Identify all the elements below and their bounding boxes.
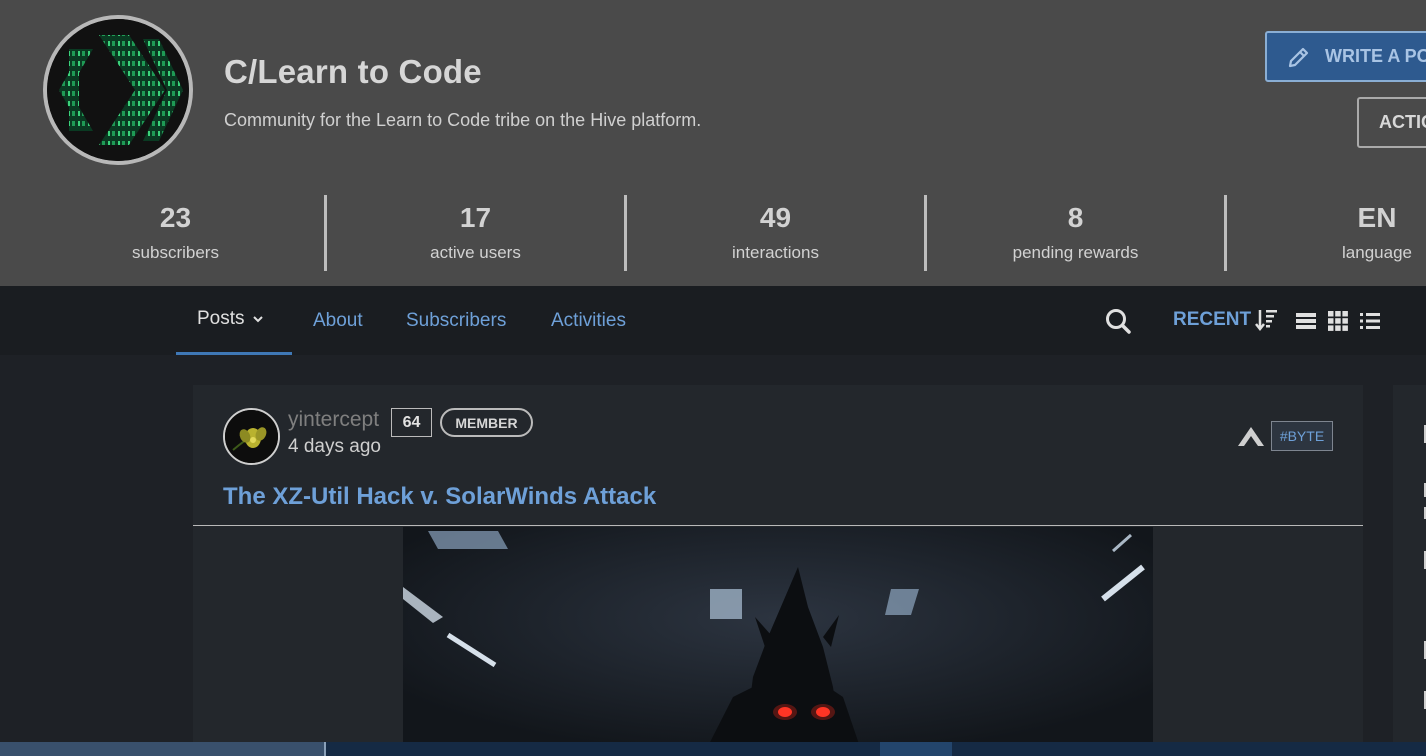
tab-about[interactable]: About [313,286,363,355]
sort-recent-button[interactable]: RECENT [1173,308,1279,332]
stat-subscribers: 23 subscribers [27,195,327,271]
stat-value: 23 [159,202,192,234]
stat-active-users: 17 active users [327,195,627,271]
tab-activities[interactable]: Activities [551,286,626,355]
tab-label: About [313,309,363,331]
tab-posts[interactable]: Posts [176,286,292,355]
stat-value: 8 [1067,202,1084,234]
taskbar-segment[interactable] [880,742,952,756]
search-icon[interactable] [1104,307,1132,335]
pencil-icon [1288,47,1309,67]
stat-value: EN [1357,202,1397,234]
taskbar-segment[interactable] [0,742,326,756]
post-card: yintercept 64 MEMBER 4 days ago #BYTE Th… [193,385,1363,756]
write-post-button[interactable]: WRITE A PO [1265,31,1426,82]
tab-subscribers[interactable]: Subscribers [406,286,506,355]
post-tag[interactable]: #BYTE [1271,421,1333,451]
stat-label: subscribers [132,242,219,262]
compact-view-icon[interactable] [1359,310,1381,332]
stat-interactions: 49 interactions [627,195,927,271]
stat-label: active users [430,242,521,262]
sort-icon [1255,310,1278,332]
stat-pending-rewards: 8 pending rewards [927,195,1227,271]
chevron-down-icon [252,316,263,323]
tab-label: Activities [551,309,626,331]
stat-label: language [1342,242,1412,262]
stat-language: EN language [1227,195,1426,271]
community-logo [43,15,193,165]
tab-label: Subscribers [406,309,507,331]
community-header: C/Learn to Code Community for the Learn … [0,0,1426,286]
actions-button[interactable]: ACTIO [1357,97,1426,148]
post-timestamp[interactable]: 4 days ago [288,436,381,458]
community-nav: Posts About Subscribers Activities RECEN… [0,286,1426,355]
member-role-badge: MEMBER [440,408,533,437]
stat-label: interactions [732,242,819,262]
actions-label: ACTIO [1379,112,1426,132]
robot-figure-image [403,527,1153,756]
stat-label: pending rewards [1012,242,1139,262]
list-view-icon[interactable] [1295,310,1317,332]
reputation-badge: 64 [391,408,432,437]
author-avatar[interactable] [223,408,280,465]
tab-label: Posts [197,308,245,329]
sidebar-card [1393,385,1426,756]
community-stats: 23 subscribers 17 active users 49 intera… [27,195,1426,271]
post-thumbnail[interactable] [403,527,1153,756]
stat-value: 49 [759,202,792,234]
hive-logo-icon [47,19,189,161]
grid-view-icon[interactable] [1327,310,1349,332]
community-title: C/Learn to Code [224,53,482,90]
write-post-label: WRITE A PO [1325,46,1426,66]
app-logo-icon[interactable] [1236,424,1266,448]
divider [193,525,1363,526]
flower-avatar-image [225,410,278,463]
post-title[interactable]: The XZ-Util Hack v. SolarWinds Attack [223,483,656,511]
sort-label: RECENT [1173,309,1252,330]
os-taskbar [0,742,1426,756]
author-name[interactable]: yintercept [288,408,379,432]
stat-value: 17 [459,202,492,234]
community-description: Community for the Learn to Code tribe on… [224,110,702,130]
